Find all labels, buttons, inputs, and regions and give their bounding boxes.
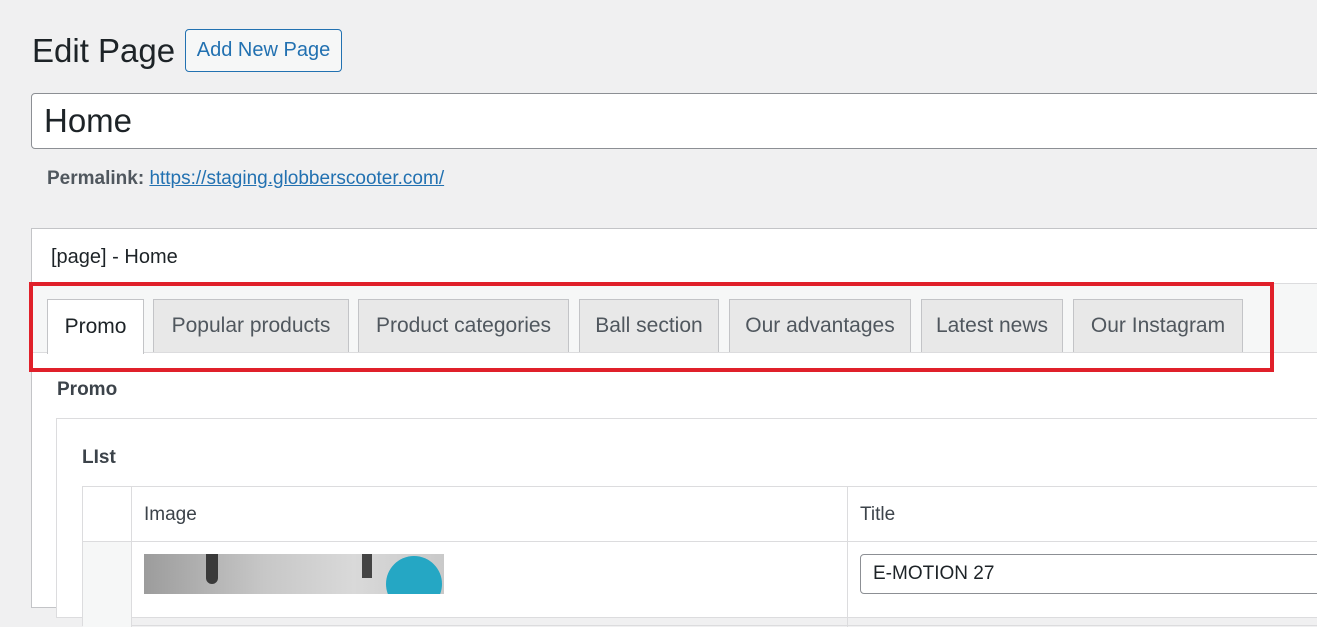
tab-our-advantages[interactable]: Our advantages xyxy=(729,299,911,352)
permalink-label: Permalink: xyxy=(47,168,145,189)
section-label: Promo xyxy=(57,379,118,400)
tab-our-instagram[interactable]: Our Instagram xyxy=(1073,299,1243,352)
repeater-table: Image Title xyxy=(82,486,1317,627)
metabox-home: [page] - Home Promo Popular products Pro… xyxy=(31,228,1317,627)
column-header-title: Title xyxy=(860,504,896,525)
tab-product-categories[interactable]: Product categories xyxy=(358,299,569,352)
tab-ball-section[interactable]: Ball section xyxy=(579,299,719,352)
title-field-wrapper xyxy=(31,93,1317,149)
table-header xyxy=(83,487,1317,542)
post-title-input[interactable] xyxy=(32,94,1317,148)
column-header-image: Image xyxy=(144,504,197,525)
metabox-title: [page] - Home xyxy=(51,246,178,268)
permalink: Permalink: https://staging.globberscoote… xyxy=(47,168,444,190)
page-title: Edit Page xyxy=(32,32,176,69)
tab-promo[interactable]: Promo xyxy=(47,299,144,354)
row-image-thumbnail[interactable] xyxy=(144,554,444,594)
repeater-field: LIst Image Title xyxy=(56,418,1317,627)
tabs-bar: Promo Popular products Product categorie… xyxy=(32,283,1317,354)
badge-shape xyxy=(386,556,442,594)
list-label: LIst xyxy=(82,447,116,468)
tab-latest-news[interactable]: Latest news xyxy=(921,299,1063,352)
scooter-part-shape xyxy=(362,554,372,578)
scooter-handle-shape xyxy=(206,554,218,584)
column-divider xyxy=(847,487,848,627)
column-divider xyxy=(131,487,132,627)
tab-popular-products[interactable]: Popular products xyxy=(153,299,349,352)
permalink-link[interactable]: https://staging.globberscooter.com/ xyxy=(149,168,444,189)
add-new-page-button[interactable]: Add New Page xyxy=(185,29,342,72)
row-title-input[interactable] xyxy=(860,554,1317,594)
